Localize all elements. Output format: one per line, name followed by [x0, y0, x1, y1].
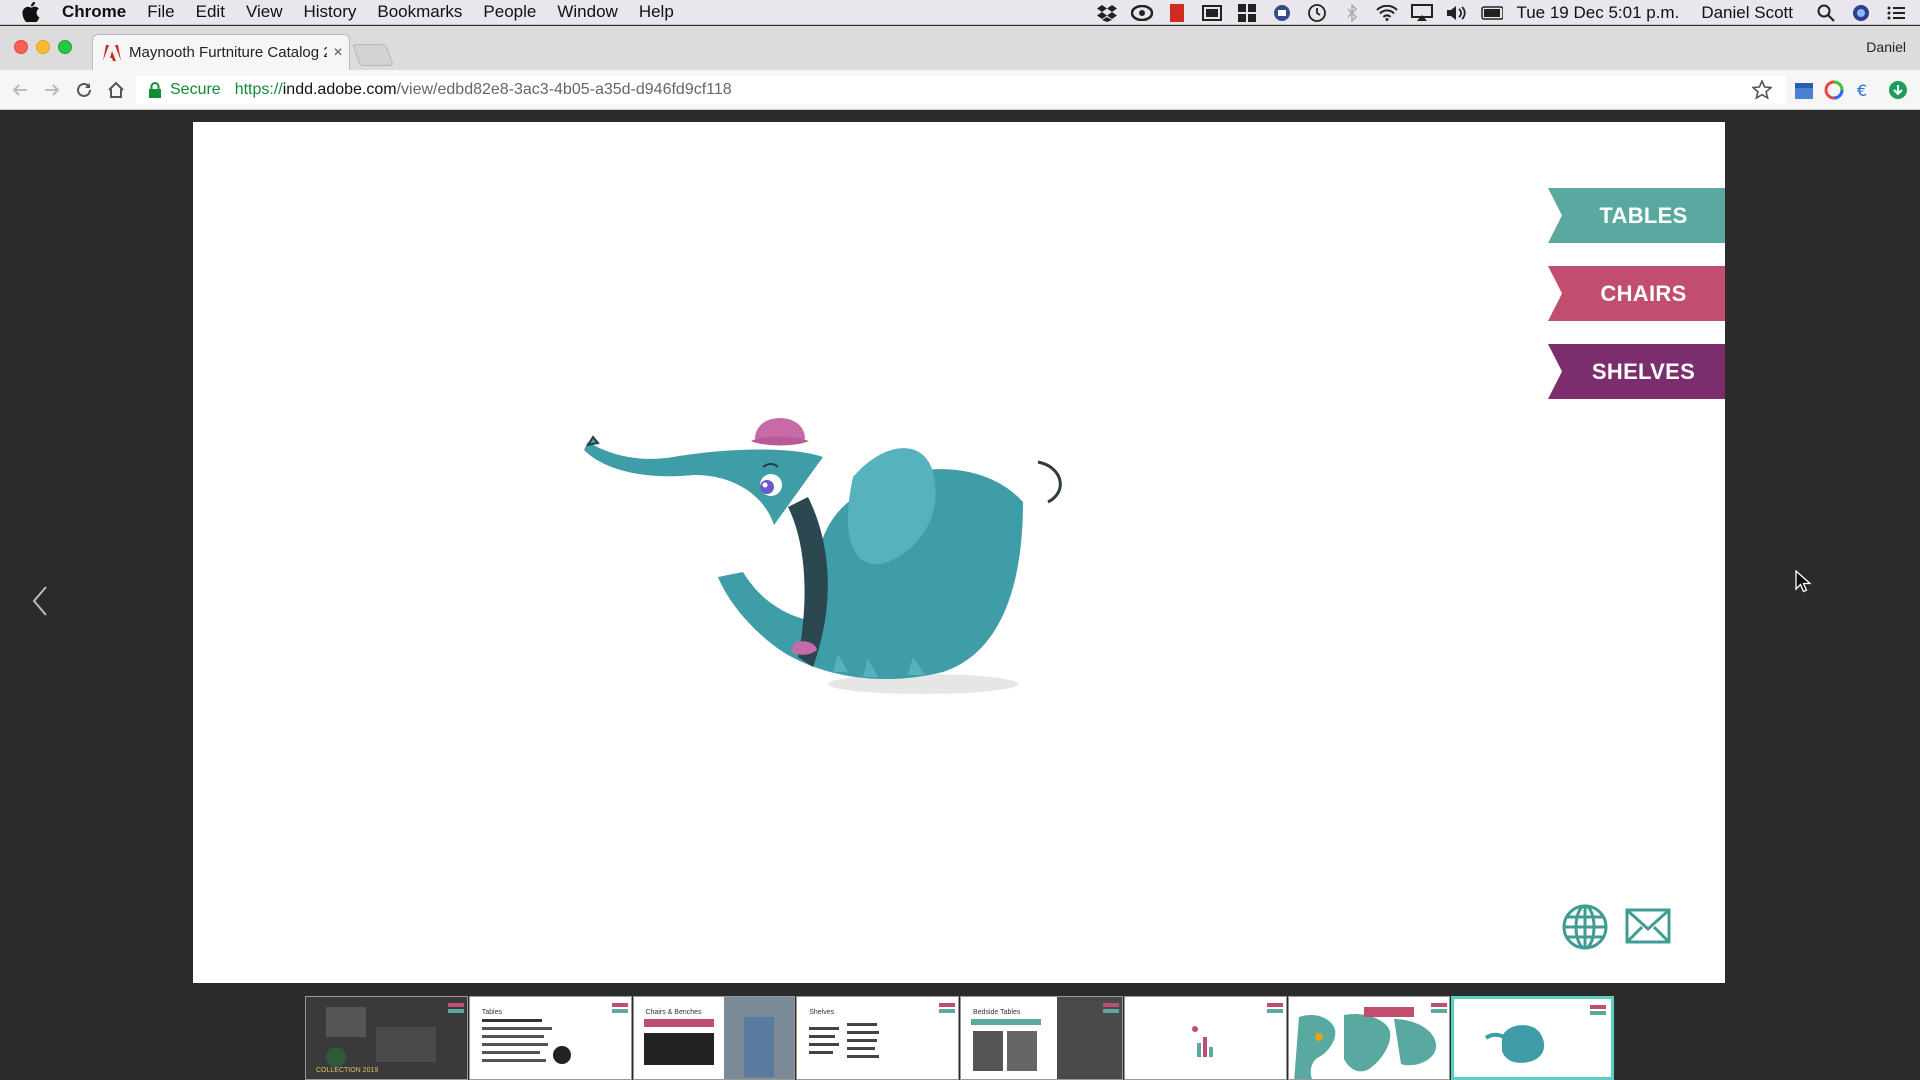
- tab-close-icon[interactable]: ×: [327, 44, 349, 62]
- publication-page: TABLES CHAIRS SHELVES: [193, 122, 1725, 983]
- tab-title: Maynooth Furtniture Catalog 2: [129, 44, 327, 61]
- menu-file[interactable]: File: [147, 2, 174, 22]
- menu-edit[interactable]: Edit: [196, 2, 225, 22]
- lock-icon: [149, 82, 161, 98]
- thumbnail-chart-graphic: [1191, 1003, 1283, 1057]
- thumbnail-label: Chairs & Benches: [645, 1009, 702, 1016]
- thumbnail-page-7[interactable]: [1287, 996, 1451, 1080]
- nav-shelves-button[interactable]: SHELVES: [1548, 344, 1725, 399]
- menu-app-chrome[interactable]: Chrome: [62, 2, 126, 22]
- apple-icon[interactable]: [20, 1, 42, 23]
- thumbnail-label: Tables: [481, 1009, 502, 1016]
- thumbnail-page-5[interactable]: Bedside Tables: [960, 996, 1123, 1080]
- browser-toolbar: Secure https://indd.adobe.com/view/edbd8…: [0, 70, 1920, 110]
- thumbnail-page-4[interactable]: Shelves: [796, 996, 959, 1080]
- home-icon[interactable]: [104, 78, 128, 102]
- menu-history[interactable]: History: [303, 2, 356, 22]
- thumbnail-page-3[interactable]: Chairs & Benches: [632, 996, 796, 1080]
- thumbnail-label: Shelves: [809, 1009, 835, 1016]
- globe-icon[interactable]: [1561, 903, 1609, 951]
- profile-name[interactable]: Daniel: [1866, 39, 1906, 55]
- screen-icon[interactable]: [1201, 3, 1223, 23]
- window-minimize-button[interactable]: [36, 40, 50, 54]
- elephant-illustration: [584, 418, 1062, 694]
- window-close-button[interactable]: [14, 40, 28, 54]
- url-scheme: https://: [234, 81, 283, 98]
- previous-page-arrow-icon[interactable]: [28, 581, 52, 621]
- time-machine-icon[interactable]: [1306, 3, 1328, 23]
- thumbnail-page-8-active[interactable]: [1451, 996, 1615, 1080]
- siri-icon[interactable]: [1850, 3, 1872, 23]
- backup-app-icon[interactable]: [1271, 3, 1293, 23]
- calendar-extension-icon[interactable]: [1792, 78, 1816, 102]
- nav-tables-button[interactable]: TABLES: [1548, 188, 1725, 243]
- volume-icon[interactable]: [1446, 3, 1468, 23]
- secure-label: Secure: [170, 81, 221, 98]
- download-extension-icon[interactable]: [1886, 78, 1910, 102]
- creative-cloud-icon[interactable]: [1131, 3, 1154, 23]
- reload-icon[interactable]: [72, 78, 96, 102]
- window-fullscreen-button[interactable]: [58, 40, 72, 54]
- new-tab-button[interactable]: [351, 44, 395, 66]
- menu-bookmarks[interactable]: Bookmarks: [377, 2, 462, 22]
- spotlight-search-icon[interactable]: [1815, 3, 1837, 23]
- thumbnail-map-graphic: [1293, 1003, 1447, 1079]
- thumbnail-page-1[interactable]: COLLECTION 2019: [305, 996, 468, 1080]
- menubar-user[interactable]: Daniel Scott: [1701, 3, 1793, 23]
- status-area: Tue 19 Dec 5:01 p.m. Daniel Scott: [1096, 0, 1920, 25]
- battery-icon[interactable]: [1481, 3, 1504, 23]
- menu-help[interactable]: Help: [639, 2, 674, 22]
- wifi-icon[interactable]: [1376, 3, 1399, 23]
- bookmark-star-icon[interactable]: [1752, 80, 1772, 100]
- thumbnail-label: Bedside Tables: [973, 1009, 1021, 1016]
- macos-menu-bar: Chrome File Edit View History Bookmarks …: [0, 0, 1920, 25]
- browser-tab-bar: Maynooth Furtniture Catalog 2 × Daniel: [0, 26, 1920, 70]
- url-host: indd.adobe.com: [282, 81, 397, 98]
- url-path: /view/edbd82e8-3ac3-4b05-a35d-d946fd9cf1…: [396, 81, 732, 98]
- dropbox-icon[interactable]: [1096, 3, 1118, 23]
- color-wheel-extension-icon[interactable]: [1822, 78, 1846, 102]
- mail-icon[interactable]: [1625, 906, 1671, 946]
- svg-text:€: €: [1857, 81, 1867, 100]
- forward-arrow-icon[interactable]: [40, 78, 64, 102]
- notification-center-icon[interactable]: [1885, 3, 1907, 23]
- menubar-clock[interactable]: Tue 19 Dec 5:01 p.m.: [1516, 3, 1679, 23]
- menu-window[interactable]: Window: [557, 2, 617, 22]
- currency-extension-icon[interactable]: €: [1852, 78, 1876, 102]
- airplay-icon[interactable]: [1411, 3, 1434, 23]
- nav-chairs-button[interactable]: CHAIRS: [1548, 266, 1725, 321]
- bluetooth-icon[interactable]: [1341, 3, 1363, 23]
- publication-viewer: TABLES CHAIRS SHELVES COLLECTION 2019 Ta…: [0, 111, 1920, 1080]
- menu-view[interactable]: View: [246, 2, 283, 22]
- red-app-icon[interactable]: [1166, 3, 1188, 23]
- thumbnail-page-2[interactable]: Tables: [468, 996, 632, 1080]
- mouse-cursor-icon: [1795, 570, 1811, 593]
- page-thumbnails: COLLECTION 2019 Tables Chairs & Benches …: [305, 996, 1615, 1080]
- grid-app-icon[interactable]: [1236, 3, 1258, 23]
- adobe-favicon-icon: [103, 44, 121, 61]
- thumbnail-elephant-graphic: [1485, 1005, 1607, 1063]
- thumbnail-label: COLLECTION 2019: [316, 1067, 379, 1074]
- address-bar[interactable]: Secure https://indd.adobe.com/view/edbd8…: [136, 76, 1786, 104]
- menu-people[interactable]: People: [483, 2, 536, 22]
- thumbnail-page-6[interactable]: [1123, 996, 1287, 1080]
- browser-tab-active[interactable]: Maynooth Furtniture Catalog 2 ×: [92, 34, 350, 70]
- back-arrow-icon[interactable]: [8, 78, 32, 102]
